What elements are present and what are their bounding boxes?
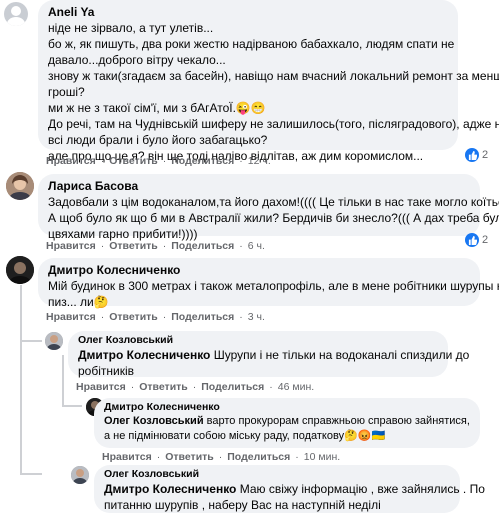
reply-bubble: Олег Козловський Дмитро Колесниченко Шур… — [68, 331, 470, 378]
reply-author[interactable]: Олег Козловський — [104, 468, 450, 481]
avatar[interactable] — [6, 172, 34, 200]
reply-button[interactable]: Ответить — [165, 451, 214, 463]
timestamp[interactable]: 6 ч. — [248, 240, 265, 252]
thread-line — [62, 355, 64, 407]
reply-text: Дмитро Колесниченко Маю свіжу інформацію… — [104, 482, 485, 512]
thread-line — [20, 355, 22, 475]
like-button[interactable]: Нравится — [102, 451, 152, 463]
thread-line — [20, 473, 42, 475]
reply-button[interactable]: Ответить — [139, 381, 188, 393]
reaction-count[interactable]: 2 — [465, 148, 489, 162]
share-button[interactable]: Поделиться — [171, 311, 234, 323]
like-icon — [465, 233, 479, 247]
reply-button[interactable]: Ответить — [109, 311, 158, 323]
avatar[interactable] — [45, 332, 63, 350]
mention-link[interactable]: Дмитро Колесниченко — [104, 482, 236, 496]
like-button[interactable]: Нравится — [46, 311, 96, 323]
mention-link[interactable]: Дмитро Колесниченко — [78, 348, 210, 362]
like-button[interactable]: Нравится — [76, 381, 126, 393]
comment-bubble: Дмитро Колесниченко Мій будинок в 300 ме… — [38, 258, 499, 309]
comment-actions: Нравится · Ответить · Поделиться · 6 ч. — [46, 240, 265, 252]
reaction-count[interactable]: 2 — [465, 233, 489, 247]
reply-actions: Нравится · Ответить · Поделиться · 46 ми… — [76, 381, 315, 393]
thread-line — [62, 405, 82, 407]
reply-bubble: Олег Козловський Дмитро Колесниченко Маю… — [94, 465, 485, 513]
thread-line — [20, 340, 42, 342]
timestamp[interactable]: 3 ч. — [248, 311, 265, 323]
comment-bubble: Aneli Ya ніде не зірвало, а тут улетів..… — [38, 0, 499, 163]
comment-author[interactable]: Aneli Ya — [48, 4, 448, 20]
avatar[interactable] — [4, 2, 28, 26]
comment-text: Мій будинок в 300 метрах і також металоп… — [48, 279, 499, 309]
share-button[interactable]: Поделиться — [201, 381, 264, 393]
share-button[interactable]: Поделиться — [171, 240, 234, 252]
like-button[interactable]: Нравится — [46, 155, 96, 167]
comment-text: Задовбали з цім водоканалом,та його дахо… — [48, 195, 499, 241]
reply-button[interactable]: Ответить — [109, 155, 158, 167]
reply-author[interactable]: Олег Козловський — [78, 334, 438, 347]
timestamp[interactable]: 12 ч. — [248, 155, 271, 167]
comment-actions: Нравится · Ответить · Поделиться · 3 ч. — [46, 311, 265, 323]
comment-text: ніде не зірвало, а тут улетів... бо ж, я… — [48, 21, 499, 163]
comment-bubble: Лариса Басова Задовбали з цім водоканало… — [38, 174, 499, 241]
comment-author[interactable]: Лариса Басова — [48, 178, 470, 194]
mention-link[interactable]: Олег Козловський — [104, 415, 204, 427]
comment-actions: Нравится · Ответить · Поделиться · 12 ч. — [46, 155, 271, 167]
timestamp[interactable]: 10 мин. — [304, 451, 340, 463]
comment-author[interactable]: Дмитро Колесниченко — [48, 262, 470, 278]
reply-actions: Нравится · Ответить · Поделиться · 10 ми… — [102, 451, 341, 463]
reply-bubble: Дмитро Колесниченко Олег Козловський вар… — [94, 398, 480, 448]
reply-text: Дмитро Колесниченко Шурупи і не тільки н… — [78, 348, 470, 378]
share-button[interactable]: Поделиться — [171, 155, 234, 167]
reply-button[interactable]: Ответить — [109, 240, 158, 252]
share-button[interactable]: Поделиться — [227, 451, 290, 463]
reply-author[interactable]: Дмитро Колесниченко — [104, 401, 470, 414]
like-icon — [465, 148, 479, 162]
avatar[interactable] — [6, 256, 34, 284]
reply-text: Олег Козловський варто прокурорам справж… — [104, 415, 470, 442]
avatar[interactable] — [71, 466, 89, 484]
like-button[interactable]: Нравится — [46, 240, 96, 252]
timestamp[interactable]: 46 мин. — [278, 381, 314, 393]
thread-line — [20, 285, 22, 355]
